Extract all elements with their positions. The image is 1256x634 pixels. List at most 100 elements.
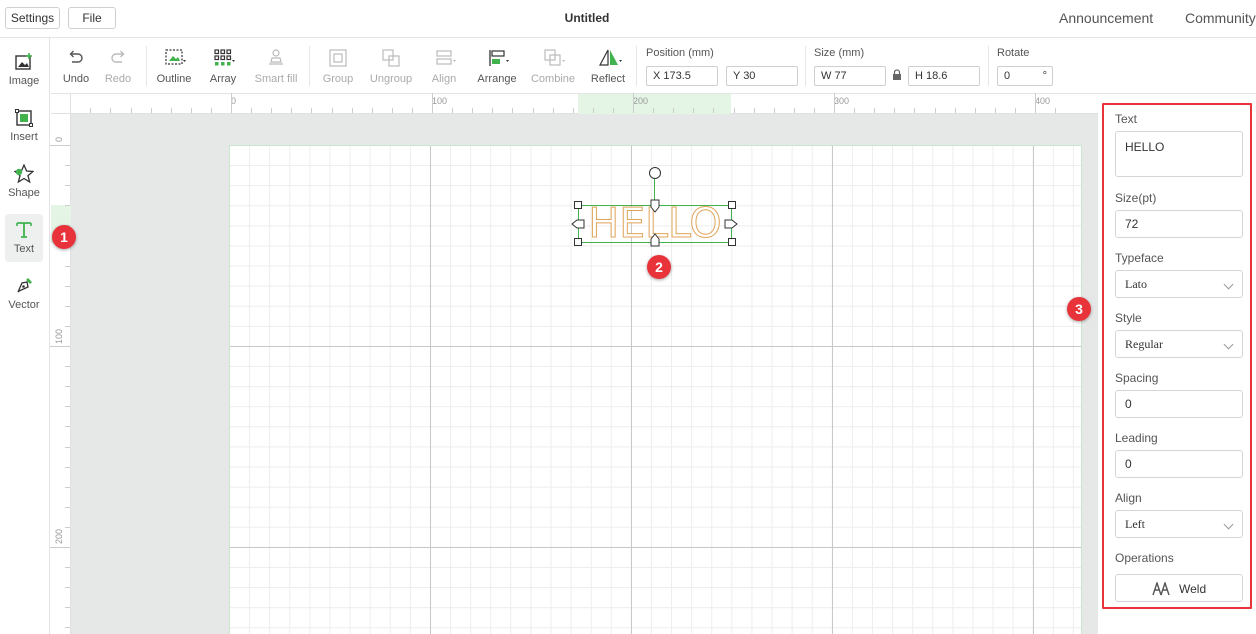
ruler-tick <box>954 108 956 113</box>
ruler-tick <box>612 108 614 113</box>
typeface-label: Typeface <box>1115 251 1164 265</box>
stretch-handle-left[interactable] <box>571 218 585 230</box>
ruler-tick <box>50 547 70 548</box>
ruler-tick <box>65 587 70 589</box>
ruler-label: 200 <box>633 96 649 106</box>
ruler-tick <box>65 486 70 488</box>
text-tool[interactable]: Text <box>5 214 43 262</box>
insert-tool-label: Insert <box>10 131 38 143</box>
redo-label: Redo <box>104 73 132 85</box>
text-icon <box>16 222 32 238</box>
arrange-button[interactable]: Arrange <box>471 46 523 90</box>
text-tool-label: Text <box>13 243 35 255</box>
resize-handle-bottom-right[interactable] <box>728 238 736 246</box>
ungroup-button[interactable]: Ungroup <box>365 46 417 90</box>
leading-input[interactable]: 0 <box>1115 450 1243 478</box>
ruler-tick <box>65 366 70 368</box>
ruler-tick <box>733 108 735 113</box>
font-size-input[interactable]: 72 <box>1115 210 1243 238</box>
reflect-icon <box>599 49 622 66</box>
spacing-input[interactable]: 0 <box>1115 390 1243 418</box>
align-button[interactable]: Align <box>418 46 470 90</box>
ruler-tick <box>633 93 634 113</box>
insert-tool[interactable]: Insert <box>5 102 43 150</box>
ruler-tick <box>65 506 70 508</box>
toolbar-separator <box>805 46 806 86</box>
insert-icon <box>15 109 33 127</box>
weld-button[interactable]: Weld <box>1115 574 1243 602</box>
ruler-tick <box>411 108 413 113</box>
position-x-input[interactable]: X 173.5 <box>646 66 718 86</box>
ruler-tick <box>592 108 594 113</box>
ruler-tick <box>974 108 976 113</box>
announcement-link[interactable]: Announcement <box>1059 10 1153 26</box>
image-tool-label: Image <box>8 75 40 87</box>
toolbar: Undo Redo Outline Array Smart fill Group… <box>51 38 1256 94</box>
size-height-input[interactable]: H 18.6 <box>908 66 980 86</box>
callout-badge-2: 2 <box>647 255 671 279</box>
stretch-handle-top[interactable] <box>649 199 661 213</box>
ruler-tick <box>65 205 70 207</box>
ruler-tick <box>874 108 876 113</box>
size-width-input[interactable]: W 77 <box>814 66 886 86</box>
ruler-tick <box>713 108 715 113</box>
leading-label: Leading <box>1115 431 1158 445</box>
ruler-tick <box>210 108 212 113</box>
vector-tool-label: Vector <box>8 299 40 311</box>
text-content-input[interactable]: HELLO <box>1115 131 1243 177</box>
canvas-area[interactable] <box>71 114 1098 634</box>
ruler-tick <box>65 426 70 428</box>
smart-fill-label: Smart fill <box>254 73 298 85</box>
typeface-value: Lato <box>1125 277 1147 291</box>
ruler-tick <box>572 108 574 113</box>
size-label: Size (mm) <box>814 47 865 59</box>
pen-icon <box>17 278 32 293</box>
community-link[interactable]: Community <box>1185 10 1256 26</box>
ruler-tick <box>492 108 494 113</box>
rotate-label: Rotate <box>997 47 1030 59</box>
group-button[interactable]: Group <box>312 46 364 90</box>
ruler-corner <box>51 94 71 114</box>
ruler-tick <box>673 108 675 113</box>
ruler-tick <box>65 185 70 187</box>
resize-handle-top-right[interactable] <box>728 201 736 209</box>
typeface-select[interactable]: Lato <box>1115 270 1243 298</box>
ruler-tick <box>291 108 293 113</box>
ruler-tick <box>512 108 514 113</box>
outline-icon <box>165 49 186 65</box>
combine-button[interactable]: Combine <box>527 46 579 90</box>
ruler-tick <box>271 108 273 113</box>
ruler-tick <box>190 108 192 113</box>
align-select[interactable]: Left <box>1115 510 1243 538</box>
ruler-tick <box>894 108 896 113</box>
size-pt-label: Size(pt) <box>1115 191 1157 205</box>
shape-icon <box>14 164 34 184</box>
degree-unit: ° <box>1042 70 1047 82</box>
ungroup-icon <box>382 49 400 67</box>
image-tool[interactable]: Image <box>5 46 43 94</box>
ruler-tick <box>532 108 534 113</box>
lock-icon[interactable] <box>892 69 902 81</box>
reflect-button[interactable]: Reflect <box>582 46 634 90</box>
ruler-tick <box>65 526 70 528</box>
style-select[interactable]: Regular <box>1115 330 1243 358</box>
ruler-tick <box>251 108 253 113</box>
resize-handle-bottom-left[interactable] <box>574 238 582 246</box>
redo-button[interactable]: Redo <box>92 46 144 90</box>
smart-fill-icon <box>269 49 283 65</box>
ruler-tick <box>65 406 70 408</box>
stretch-handle-right[interactable] <box>724 218 738 230</box>
ruler-tick <box>914 108 916 113</box>
smart-fill-button[interactable]: Smart fill <box>250 46 302 90</box>
ruler-tick <box>65 466 70 468</box>
rotation-handle[interactable] <box>649 167 661 179</box>
array-button[interactable]: Array <box>197 46 249 90</box>
shape-tool[interactable]: Shape <box>5 158 43 206</box>
weld-icon <box>1152 582 1170 596</box>
resize-handle-top-left[interactable] <box>574 201 582 209</box>
position-y-input[interactable]: Y 30 <box>726 66 798 86</box>
ruler-tick <box>65 165 70 167</box>
stretch-handle-bottom[interactable] <box>649 233 661 247</box>
rotate-input[interactable]: 0 ° <box>997 66 1053 86</box>
vector-tool[interactable]: Vector <box>5 270 43 318</box>
